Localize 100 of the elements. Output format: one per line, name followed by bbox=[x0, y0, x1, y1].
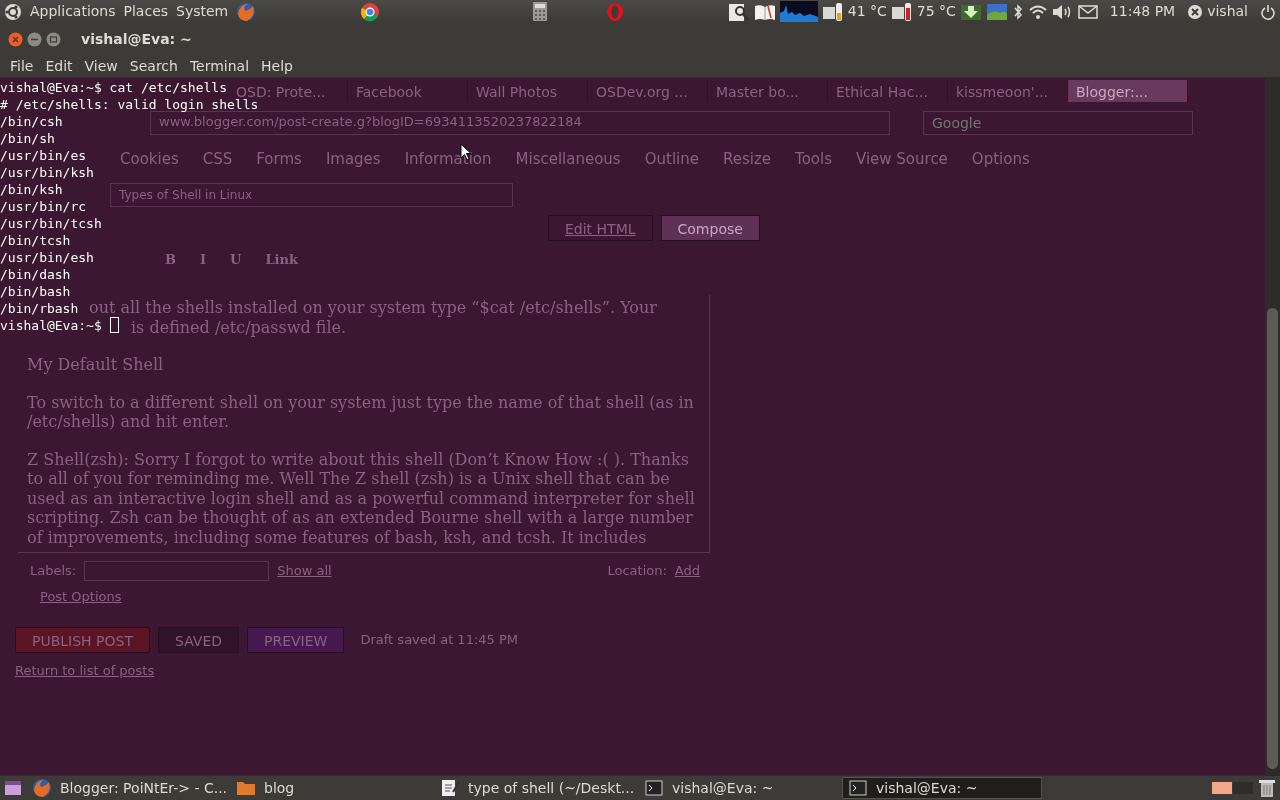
menu-item[interactable]: Terminal bbox=[183, 55, 256, 77]
add-location-link[interactable]: Add bbox=[674, 561, 700, 581]
terminal-line: /usr/bin/tcsh bbox=[0, 216, 102, 231]
address-field[interactable]: www.blogger.com/post-create.g?blogID=6934113520237822184 bbox=[150, 111, 890, 135]
menu-item[interactable]: File bbox=[4, 55, 40, 77]
terminal-line: /usr/bin/esh bbox=[0, 250, 94, 265]
editor-text-line: My Default Shell bbox=[27, 355, 164, 375]
browser-tab[interactable]: Ethical Hac... bbox=[828, 80, 948, 102]
trash-icon[interactable] bbox=[1258, 778, 1276, 798]
terminal-line: /bin/rbash bbox=[0, 301, 79, 316]
wifi-icon[interactable] bbox=[1027, 3, 1048, 20]
toolbar-menu[interactable]: Information bbox=[404, 148, 492, 172]
window-title: vishal@Eva: ~ bbox=[81, 29, 192, 49]
editor-text-line: out all the shells installed on your system type “$cat /etc/shells”. Your bbox=[89, 298, 657, 318]
browser-tab[interactable]: Blogger:... bbox=[1068, 80, 1188, 102]
power-icon[interactable] bbox=[1260, 3, 1276, 20]
envelope-icon[interactable] bbox=[1077, 4, 1098, 19]
browser-tab[interactable]: Master bo... bbox=[708, 80, 828, 102]
landscape-window-icon[interactable] bbox=[985, 2, 1008, 21]
toolbar-menu[interactable]: Forms bbox=[256, 148, 302, 172]
terminal-line: /bin/tcsh bbox=[0, 233, 71, 248]
show-all-link[interactable]: Show all bbox=[277, 561, 332, 581]
format-button[interactable]: I bbox=[200, 250, 207, 270]
scrollbar[interactable] bbox=[1265, 78, 1280, 775]
taskbar-button[interactable]: blog bbox=[230, 777, 430, 799]
bluetooth-icon[interactable] bbox=[1011, 2, 1024, 21]
taskbar-button[interactable]: Blogger: PoiNtEr-> - C... bbox=[26, 777, 226, 799]
user-name[interactable]: vishal bbox=[1207, 1, 1256, 22]
close-icon[interactable] bbox=[8, 31, 23, 47]
post-options-link[interactable]: Post Options bbox=[40, 587, 122, 607]
labels-field[interactable] bbox=[84, 561, 270, 581]
browser-tab[interactable]: Facebook bbox=[348, 80, 468, 102]
editor-action-button[interactable]: SAVED bbox=[158, 626, 240, 653]
terminal-line: /usr/bin/ksh bbox=[0, 165, 94, 180]
taskbar-button[interactable]: type of shell (~/Deskt... bbox=[434, 777, 634, 799]
draft-status: Draft saved at 11:45 PM bbox=[360, 630, 518, 649]
panel-menu[interactable]: System bbox=[176, 1, 229, 22]
terminal-line: /usr/bin/rc bbox=[0, 199, 87, 214]
taskbar-button[interactable]: vishal@Eva: ~ bbox=[842, 777, 1042, 799]
editor-text-line: scripting. Zsh can be thought of as an extended Bourne shell with a large number bbox=[27, 508, 693, 528]
editor-text-line: To switch to a different shell on your system just type the name of that shell (as in bbox=[27, 392, 694, 412]
calculator-icon[interactable] bbox=[530, 1, 549, 22]
editor-action-button[interactable]: PREVIEW bbox=[247, 626, 345, 653]
terminal-line: /bin/ksh bbox=[0, 182, 63, 197]
toolbar-menu[interactable]: CSS bbox=[202, 148, 233, 172]
toolbar-menu[interactable]: Cookies bbox=[120, 148, 179, 172]
status-x-icon[interactable] bbox=[1187, 3, 1204, 20]
editor-text-line: Z Shell(zsh): Sorry I forgot to write about this shell (Don’t Know How :( ). Thanks bbox=[27, 449, 689, 469]
terminal-line: /bin/bash bbox=[0, 284, 71, 299]
minimize-icon[interactable] bbox=[27, 31, 42, 47]
maximize-icon[interactable] bbox=[46, 31, 61, 47]
toolbar-menu[interactable]: Options bbox=[971, 148, 1030, 172]
menu-item[interactable]: Help bbox=[255, 55, 299, 77]
toolbar-menu[interactable]: Images bbox=[325, 148, 381, 172]
terminal-line: /bin/sh bbox=[0, 131, 55, 146]
download-icon[interactable] bbox=[959, 2, 982, 21]
panel-menu[interactable]: Applications bbox=[30, 1, 116, 22]
terminal-line: vishal@Eva:~$ bbox=[0, 318, 102, 333]
toolbar-menu[interactable]: View Source bbox=[855, 148, 948, 172]
search-field[interactable]: Google bbox=[923, 111, 1193, 135]
disk-thermometer-icon[interactable] bbox=[821, 1, 844, 22]
editor-text-line: used as an interactive login shell and as a powerful command interpreter for shell bbox=[27, 488, 695, 508]
terminal-line: /usr/bin/es bbox=[0, 148, 87, 163]
book-icon[interactable] bbox=[753, 2, 776, 21]
firefox-icon[interactable] bbox=[236, 1, 257, 22]
toolbar-menu[interactable]: Resize bbox=[722, 148, 771, 172]
editor-mode-tab[interactable]: Edit HTML bbox=[548, 215, 653, 241]
format-button[interactable]: U bbox=[230, 250, 242, 270]
taskbar-button[interactable]: vishal@Eva: ~ bbox=[638, 777, 838, 799]
magnifier-document-icon[interactable] bbox=[727, 1, 750, 22]
panel-menu[interactable]: Places bbox=[123, 1, 169, 22]
menu-item[interactable]: Search bbox=[123, 55, 184, 77]
editor-text-line: to all of you for reminding me. Well The Z shell (zsh) is a Unix shell that can be bbox=[27, 469, 670, 489]
browser-tab[interactable]: OSDev.org ... bbox=[588, 80, 708, 102]
terminal-line: vishal@Eva:~$ cat /etc/shells bbox=[0, 80, 227, 95]
return-link[interactable]: Return to list of posts bbox=[15, 660, 155, 680]
show-desktop-icon[interactable] bbox=[4, 779, 22, 797]
menu-item[interactable]: Edit bbox=[39, 55, 79, 77]
editor-text-line: /etc/shells) and hit enter. bbox=[27, 412, 230, 432]
chrome-icon[interactable] bbox=[359, 1, 380, 22]
title-field[interactable]: Types of Shell in Linux bbox=[110, 183, 513, 207]
clock[interactable]: 11:48 PM bbox=[1101, 1, 1184, 22]
toolbar-menu[interactable]: Tools bbox=[795, 148, 832, 172]
workspace-switcher-icon[interactable] bbox=[1212, 781, 1254, 795]
editor-mode-tab[interactable]: Compose bbox=[660, 215, 760, 241]
temperature-reading: 41 °C bbox=[847, 2, 887, 21]
cpu-thermometer-icon[interactable] bbox=[890, 1, 913, 22]
ubuntu-logo-icon[interactable] bbox=[4, 2, 22, 21]
format-button[interactable]: Link bbox=[265, 250, 298, 270]
browser-tab[interactable]: Wall Photos bbox=[468, 80, 588, 102]
menu-item[interactable]: View bbox=[78, 55, 124, 77]
editor-action-button[interactable]: PUBLISH POST bbox=[15, 626, 150, 653]
terminal-icon bbox=[848, 778, 868, 798]
editor-text-line: is defined /etc/passwd file. bbox=[131, 317, 347, 337]
editor-text-line: of improvements, including some features of bash, ksh, and tcsh. It includes bbox=[27, 527, 647, 547]
toolbar-menu[interactable]: Miscellaneous bbox=[515, 148, 621, 172]
system-monitor-graph-icon[interactable] bbox=[779, 1, 818, 22]
labels-label: Labels: bbox=[30, 562, 77, 581]
toolbar-menu[interactable]: Outline bbox=[644, 148, 699, 172]
format-button[interactable]: B bbox=[165, 250, 176, 270]
